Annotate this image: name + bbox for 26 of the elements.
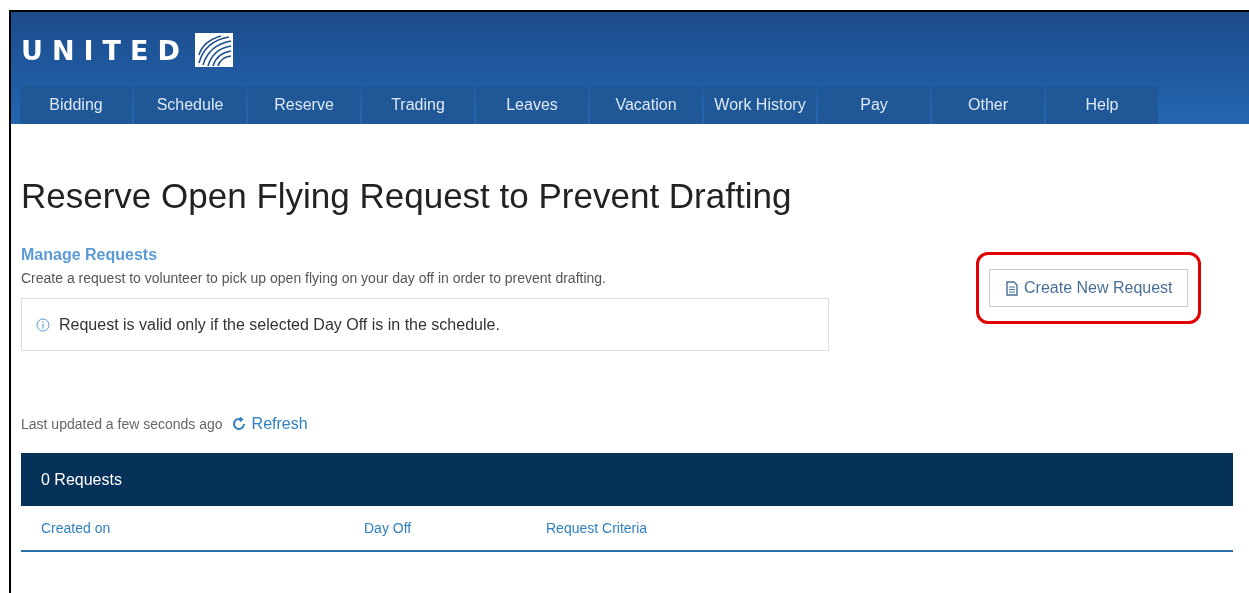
refresh-icon xyxy=(230,416,247,432)
column-header[interactable]: Request Criteria xyxy=(546,520,648,536)
column-header[interactable]: Day Off xyxy=(364,520,546,536)
page-title: Reserve Open Flying Request to Prevent Drafting xyxy=(21,176,793,217)
nav-tab[interactable]: Schedule xyxy=(134,86,246,124)
nav-tab[interactable]: Trading xyxy=(362,86,474,124)
info-icon xyxy=(36,317,50,332)
column-header[interactable]: Created on xyxy=(41,520,364,536)
globe-logo-icon xyxy=(194,33,233,67)
nav-tab[interactable]: Help xyxy=(1046,86,1158,124)
request-count: 0 Requests xyxy=(41,470,122,489)
nav-tab[interactable]: Work History xyxy=(704,86,816,124)
info-text: Request is valid only if the selected Day Off is in the schedule. xyxy=(59,315,500,334)
nav-tab[interactable]: Reserve xyxy=(248,86,360,124)
create-request-button[interactable]: Create New Request xyxy=(989,269,1188,307)
nav-tab[interactable]: Leaves xyxy=(476,86,588,124)
nav-tab[interactable]: Pay xyxy=(818,86,930,124)
section-heading: Manage Requests xyxy=(21,246,159,264)
nav-tab[interactable]: Other xyxy=(932,86,1044,124)
last-updated-text: Last updated a few seconds ago xyxy=(21,416,223,432)
nav-tab[interactable]: Vacation xyxy=(590,86,702,124)
document-icon xyxy=(1006,280,1018,296)
refresh-link[interactable]: Refresh xyxy=(230,415,308,433)
nav-tab[interactable]: Bidding xyxy=(20,86,132,124)
description-text: Create a request to volunteer to pick up open flying on your day off in order to prevent drafting. xyxy=(21,270,607,286)
logo-wordmark: UNITED xyxy=(21,34,189,66)
